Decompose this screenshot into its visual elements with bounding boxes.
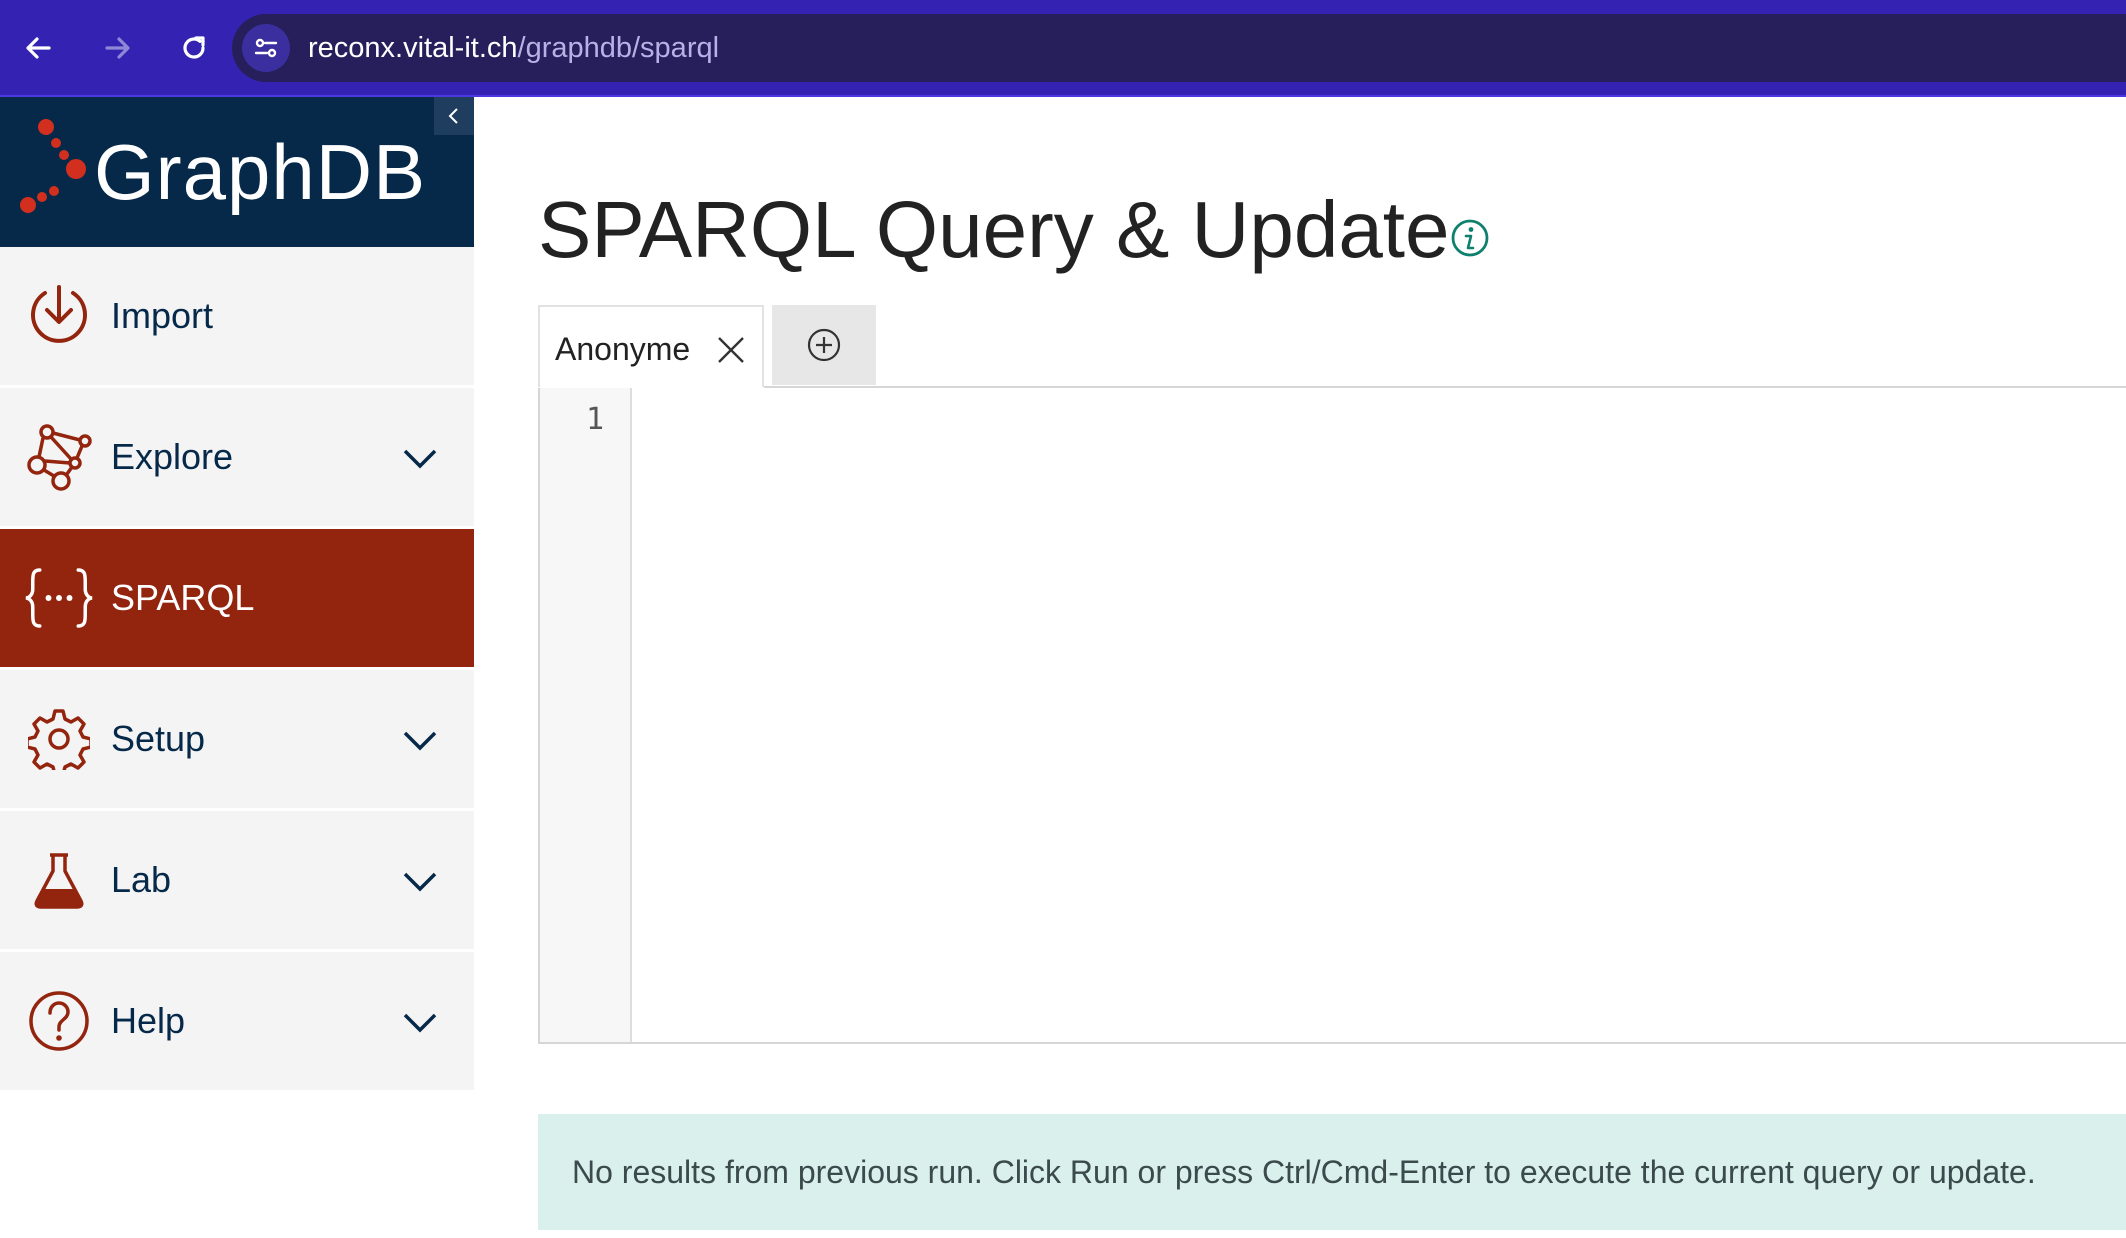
chevron-down-icon <box>403 872 437 892</box>
url-text: reconx.vital-it.ch/graphdb/sparql <box>308 14 719 82</box>
line-number-gutter: 1 <box>540 388 632 1042</box>
sidebar-item-explore[interactable]: Explore <box>0 388 474 529</box>
sidebar-item-label: Help <box>111 1000 186 1041</box>
help-circle-icon <box>24 986 94 1056</box>
sidebar-item-sparql[interactable]: SPARQL <box>0 529 474 670</box>
url-host: reconx.vital-it.ch <box>308 32 518 64</box>
info-icon[interactable] <box>1450 218 1490 258</box>
sidebar-item-label: Setup <box>111 718 206 759</box>
chevron-down-icon <box>403 1013 437 1033</box>
sidebar-item-label: Lab <box>111 859 172 900</box>
graphdb-logo-icon <box>20 119 86 213</box>
results-note-text: No results from previous run. Click Run … <box>572 1154 2036 1190</box>
brand-name: GraphDB <box>94 128 427 216</box>
query-editor[interactable]: 1 <box>538 388 2126 1044</box>
reload-button[interactable] <box>170 24 218 72</box>
sparql-braces-icon <box>24 563 94 633</box>
close-icon[interactable] <box>716 335 746 365</box>
explore-graph-icon <box>24 422 94 492</box>
sidebar-item-label: SPARQL <box>111 577 255 618</box>
url-path: /graphdb/sparql <box>517 32 720 64</box>
import-icon <box>24 281 94 351</box>
arrow-left-icon <box>26 37 51 59</box>
tune-icon <box>254 38 278 58</box>
tab-label: Anonyme <box>555 331 691 367</box>
chevron-down-icon <box>403 449 437 469</box>
sidebar-item-label: Explore <box>111 436 234 477</box>
flask-icon <box>24 845 94 915</box>
chevron-left-icon <box>448 108 458 124</box>
sidebar: GraphDB Import Explore SPARQL Setup Lab … <box>0 97 474 1093</box>
page-title: SPARQL Query & Update <box>538 185 1450 274</box>
gear-icon <box>24 704 94 774</box>
forward-button[interactable] <box>94 24 142 72</box>
address-bar[interactable]: reconx.vital-it.ch/graphdb/sparql <box>232 14 2126 82</box>
arrow-right-icon <box>105 37 130 59</box>
add-tab-button[interactable] <box>772 305 876 385</box>
sidebar-item-setup[interactable]: Setup <box>0 670 474 811</box>
sidebar-item-help[interactable]: Help <box>0 952 474 1093</box>
sidebar-item-label: Import <box>111 295 214 336</box>
sidebar-item-lab[interactable]: Lab <box>0 811 474 952</box>
back-button[interactable] <box>14 24 62 72</box>
browser-toolbar: reconx.vital-it.ch/graphdb/sparql <box>0 0 2126 97</box>
tab-anonyme[interactable]: Anonyme <box>538 305 764 387</box>
plus-circle-icon <box>807 328 841 362</box>
sidebar-item-import[interactable]: Import <box>0 247 474 388</box>
collapse-sidebar-button[interactable] <box>434 97 474 135</box>
site-info-button[interactable] <box>242 24 290 72</box>
results-alert: No results from previous run. Click Run … <box>538 1114 2126 1230</box>
line-number: 1 <box>585 402 604 437</box>
chevron-down-icon <box>403 731 437 751</box>
reload-icon <box>183 36 205 59</box>
brand-header: GraphDB <box>0 97 474 247</box>
